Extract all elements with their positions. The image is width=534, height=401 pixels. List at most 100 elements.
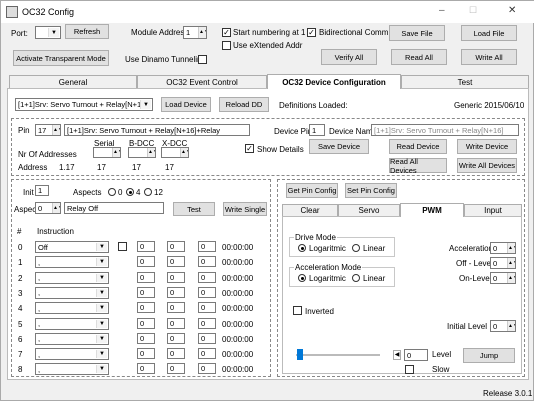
bidirectional-checkbox[interactable]: ✓ bbox=[307, 28, 316, 37]
show-details-checkbox[interactable]: ✓ bbox=[245, 144, 254, 153]
spinner-arrows-icon[interactable]: ▲▼ bbox=[507, 258, 515, 268]
pin-spinner[interactable]: 17▲▼ bbox=[35, 124, 61, 136]
acceleration-spinner[interactable]: 0▲▼ bbox=[490, 242, 516, 254]
get-pin-config-button[interactable]: Get Pin Config bbox=[286, 183, 338, 198]
tab-clear[interactable]: Clear bbox=[282, 204, 338, 216]
spinner-arrows-icon[interactable]: ▲▼ bbox=[507, 243, 515, 253]
start-numbering-checkbox[interactable]: ✓ bbox=[222, 28, 231, 37]
serial-addresses-spinner[interactable]: ▲▼ bbox=[93, 147, 121, 158]
off-level-spinner[interactable]: 0▲▼ bbox=[490, 257, 516, 269]
value-1-field[interactable]: 0 bbox=[137, 256, 155, 268]
tab-event-control[interactable]: OC32 Event Control bbox=[137, 75, 267, 88]
tab-pwm[interactable]: PWM bbox=[400, 203, 464, 217]
initial-level-spinner[interactable]: 0▲▼ bbox=[490, 320, 516, 332]
instruction-select[interactable]: , ▼ bbox=[35, 317, 109, 330]
init-spinner[interactable]: 1 bbox=[35, 185, 49, 196]
value-3-field[interactable]: 0 bbox=[198, 271, 216, 283]
value-3-field[interactable]: 0 bbox=[198, 332, 216, 344]
accel-logarithmic-radio[interactable] bbox=[298, 274, 306, 282]
dinamo-checkbox[interactable] bbox=[198, 55, 207, 64]
level-down-arrow-icon[interactable]: ◀ bbox=[393, 350, 401, 360]
use-extended-checkbox[interactable] bbox=[222, 41, 231, 50]
read-device-button[interactable]: Read Device bbox=[389, 139, 447, 154]
device-select[interactable]: [1+1]Srv: Servo Turnout + Relay[N+16] ▼ bbox=[15, 98, 153, 111]
value-2-field[interactable]: 0 bbox=[167, 363, 185, 375]
instruction-select[interactable]: , ▼ bbox=[35, 363, 109, 376]
device-name-field[interactable]: [1+1]Srv: Servo Turnout + Relay[N+16] bbox=[371, 124, 519, 136]
value-2-field[interactable]: 0 bbox=[167, 348, 185, 360]
value-3-field[interactable]: 0 bbox=[198, 363, 216, 375]
value-1-field[interactable]: 0 bbox=[137, 332, 155, 344]
value-1-field[interactable]: 0 bbox=[137, 363, 155, 375]
port-select[interactable]: ▼ bbox=[35, 26, 61, 39]
value-3-field[interactable]: 0 bbox=[198, 286, 216, 298]
aspects-12-radio[interactable] bbox=[144, 188, 152, 196]
slow-checkbox[interactable] bbox=[405, 365, 414, 374]
value-2-field[interactable]: 0 bbox=[167, 271, 185, 283]
instruction-select[interactable]: , ▼ bbox=[35, 271, 109, 284]
spinner-arrows-icon[interactable]: ▲▼ bbox=[147, 148, 155, 157]
on-level-spinner[interactable]: 0▲▼ bbox=[490, 272, 516, 284]
accel-linear-radio[interactable] bbox=[352, 274, 360, 282]
tab-device-configuration[interactable]: OC32 Device Configuration bbox=[267, 74, 401, 89]
device-pin-field[interactable]: 1 bbox=[309, 124, 325, 136]
write-all-devices-button[interactable]: Write All Devices bbox=[457, 158, 517, 173]
write-single-button[interactable]: Write Single bbox=[223, 202, 267, 216]
spinner-arrows-icon[interactable]: ▲▼ bbox=[507, 273, 515, 283]
value-1-field[interactable]: 0 bbox=[137, 302, 155, 314]
value-2-field[interactable]: 0 bbox=[167, 332, 185, 344]
module-address-spinner[interactable]: 1▲▼ bbox=[183, 26, 207, 39]
value-3-field[interactable]: 0 bbox=[198, 317, 216, 329]
drive-logarithmic-radio[interactable] bbox=[298, 244, 306, 252]
row-checkbox[interactable] bbox=[118, 242, 127, 251]
read-all-devices-button[interactable]: Read All Devices bbox=[389, 157, 447, 175]
value-2-field[interactable]: 0 bbox=[167, 317, 185, 329]
value-1-field[interactable]: 0 bbox=[137, 241, 155, 252]
value-2-field[interactable]: 0 bbox=[167, 241, 185, 252]
value-2-field[interactable]: 0 bbox=[167, 256, 185, 268]
test-button[interactable]: Test bbox=[173, 202, 215, 216]
xdcc-addresses-spinner[interactable]: ▲▼ bbox=[161, 147, 189, 158]
instruction-select[interactable]: , ▼ bbox=[35, 332, 109, 345]
tab-general[interactable]: General bbox=[9, 75, 137, 88]
spinner-arrows-icon[interactable]: ▲▼ bbox=[507, 321, 515, 331]
load-device-button[interactable]: Load Device bbox=[161, 97, 211, 112]
maximize-icon[interactable]: ☐ bbox=[469, 5, 477, 16]
spinner-arrows-icon[interactable]: ▲▼ bbox=[180, 148, 188, 157]
value-3-field[interactable]: 0 bbox=[198, 241, 216, 252]
drive-linear-radio[interactable] bbox=[352, 244, 360, 252]
instruction-select[interactable]: , ▼ bbox=[35, 286, 109, 299]
refresh-button[interactable]: Refresh bbox=[65, 24, 109, 39]
set-pin-config-button[interactable]: Set Pin Config bbox=[345, 183, 397, 198]
spinner-arrows-icon[interactable]: ▲▼ bbox=[52, 203, 60, 213]
bdcc-addresses-spinner[interactable]: ▲▼ bbox=[128, 147, 156, 158]
close-icon[interactable]: ✕ bbox=[508, 5, 516, 16]
instruction-select[interactable]: , ▼ bbox=[35, 256, 109, 269]
save-device-button[interactable]: Save Device bbox=[309, 139, 369, 154]
aspects-4-radio[interactable] bbox=[126, 188, 134, 196]
tab-input[interactable]: Input bbox=[464, 204, 522, 216]
tab-test[interactable]: Test bbox=[401, 75, 529, 88]
value-2-field[interactable]: 0 bbox=[167, 286, 185, 298]
value-2-field[interactable]: 0 bbox=[167, 302, 185, 314]
aspects-0-radio[interactable] bbox=[108, 188, 116, 196]
inverted-checkbox[interactable] bbox=[293, 306, 302, 315]
value-1-field[interactable]: 0 bbox=[137, 286, 155, 298]
level-slider-thumb[interactable] bbox=[297, 349, 303, 360]
value-1-field[interactable]: 0 bbox=[137, 348, 155, 360]
value-3-field[interactable]: 0 bbox=[198, 256, 216, 268]
spinner-arrows-icon[interactable]: ▲▼ bbox=[198, 27, 206, 38]
instruction-select[interactable]: , ▼ bbox=[35, 348, 109, 361]
activate-transparent-button[interactable]: Activate Transparent Mode bbox=[13, 50, 109, 66]
reload-dd-button[interactable]: Reload DD bbox=[219, 97, 269, 112]
value-3-field[interactable]: 0 bbox=[198, 348, 216, 360]
instruction-select[interactable]: Off ▼ bbox=[35, 241, 109, 253]
minimize-icon[interactable]: – bbox=[439, 5, 445, 16]
save-file-button[interactable]: Save File bbox=[389, 25, 445, 41]
jump-button[interactable]: Jump bbox=[463, 348, 515, 363]
aspect-name-field[interactable]: Relay Off bbox=[64, 202, 164, 214]
pin-description-field[interactable]: [1+1]Srv: Servo Turnout + Relay[N+16]+Re… bbox=[64, 124, 250, 136]
spinner-arrows-icon[interactable]: ▲▼ bbox=[112, 148, 120, 157]
value-1-field[interactable]: 0 bbox=[137, 271, 155, 283]
verify-all-button[interactable]: Verify All bbox=[321, 49, 377, 65]
